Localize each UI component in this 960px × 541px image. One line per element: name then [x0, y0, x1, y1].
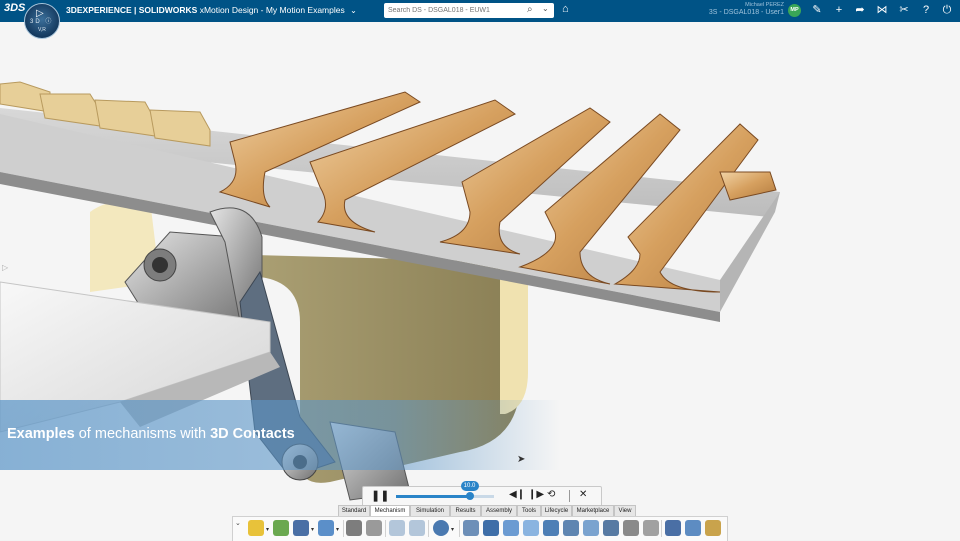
tools-icon[interactable]: ✂: [897, 3, 911, 17]
caption-part1: Examples: [7, 426, 75, 442]
pause-icon[interactable]: ❚❚: [371, 489, 389, 502]
loop-icon[interactable]: ⟲: [547, 489, 555, 500]
tab-results[interactable]: Results: [450, 505, 481, 516]
support-plate-edge: [500, 262, 528, 414]
user-tenant: 3S - DSGAL018 - User1: [708, 9, 784, 16]
dropdown-arrow-icon[interactable]: ▾: [311, 526, 314, 533]
dropdown-arrow-icon[interactable]: ▾: [266, 526, 269, 533]
user-info[interactable]: Michael PEREZ 3S - DSGAL018 - User1: [680, 1, 784, 17]
refresh-icon[interactable]: [318, 520, 334, 536]
dropdown-arrow-icon[interactable]: ▾: [451, 526, 454, 533]
search-icon[interactable]: ⌕: [527, 4, 533, 15]
undo-icon[interactable]: [389, 520, 405, 536]
simulate-icon[interactable]: [665, 520, 681, 536]
joint-icon[interactable]: [523, 520, 539, 536]
help-icon[interactable]: [433, 520, 449, 536]
action-bar-toolbar: ⌄ ▾ ▾ ▾ ▾: [232, 516, 728, 541]
compass-middle-label: 3D ⓘ: [30, 19, 54, 25]
sensor-icon[interactable]: [623, 520, 639, 536]
toolbar-divider: [661, 520, 662, 537]
step-back-icon[interactable]: ◀❙: [509, 489, 525, 500]
tab-tools[interactable]: Tools: [517, 505, 541, 516]
options-gear-icon[interactable]: [366, 520, 382, 536]
feather-icon[interactable]: ✎: [810, 3, 824, 17]
toolbar-divider: [428, 520, 429, 537]
tag-icon[interactable]: ⌂: [562, 3, 569, 15]
close-icon[interactable]: ✕: [579, 489, 587, 500]
app-brand: 3DEXPERIENCE | SOLIDWORKS: [66, 5, 198, 15]
axis-icon[interactable]: [503, 520, 519, 536]
bracket-hole: [152, 257, 168, 273]
search-input[interactable]: [388, 4, 518, 16]
properties-icon[interactable]: [346, 520, 362, 536]
dropdown-arrow-icon[interactable]: ▾: [336, 526, 339, 533]
assembly-save-icon[interactable]: [273, 520, 289, 536]
help-icon[interactable]: ?: [919, 3, 933, 17]
search-box[interactable]: ⌕ ⌄: [384, 3, 554, 18]
action-bar-tabs: Standard Mechanism Simulation Results As…: [338, 505, 636, 516]
tab-marketplace[interactable]: Marketplace: [572, 505, 614, 516]
app-name: xMotion Design - My Motion Examples: [199, 5, 345, 15]
toolbar-divider: [385, 520, 386, 537]
player-divider: [569, 490, 570, 502]
contact-icon[interactable]: [543, 520, 559, 536]
network-icon[interactable]: ⋈: [875, 3, 889, 17]
chevron-down-icon[interactable]: ⌄: [235, 519, 241, 527]
tab-lifecycle[interactable]: Lifecycle: [541, 505, 572, 516]
animation-player: ❚❚ 10.0 ◀❙ ❙▶ ⟲ ✕: [362, 481, 602, 507]
user-name: Michael PEREZ: [745, 2, 784, 8]
section-icon[interactable]: [643, 520, 659, 536]
tab-simulation[interactable]: Simulation: [410, 505, 450, 516]
publish-icon[interactable]: [705, 520, 721, 536]
tab-assembly[interactable]: Assembly: [481, 505, 517, 516]
motor-icon[interactable]: [563, 520, 579, 536]
playback-handle[interactable]: [465, 492, 474, 500]
caption-part3: 3D Contacts: [210, 426, 295, 442]
playback-progress: [396, 495, 470, 498]
tab-view[interactable]: View: [614, 505, 636, 516]
side-panel-expand-icon[interactable]: ▷: [2, 263, 8, 272]
save-icon[interactable]: [293, 520, 309, 536]
tab-standard[interactable]: Standard: [338, 505, 370, 516]
cube-outline-icon[interactable]: [463, 520, 479, 536]
ds-logo-icon: 3DS: [4, 2, 26, 14]
spring-icon[interactable]: [603, 520, 619, 536]
search-scope-dropdown-icon[interactable]: ⌄: [542, 4, 549, 13]
caption-text: Examples of mechanisms with 3D Contacts: [7, 426, 295, 442]
playback-time: 10.0: [460, 481, 479, 491]
step-forward-icon[interactable]: ❙▶: [528, 489, 544, 500]
rigid-body-icon[interactable]: [483, 520, 499, 536]
mouse-cursor-icon: ➤: [517, 454, 526, 465]
force-icon[interactable]: [583, 520, 599, 536]
caption-part2: of mechanisms with: [74, 426, 211, 442]
chevron-down-icon[interactable]: ⌄: [350, 6, 357, 15]
results-icon[interactable]: [685, 520, 701, 536]
redo-icon[interactable]: [409, 520, 425, 536]
share-icon[interactable]: ➦: [853, 3, 867, 17]
app-title[interactable]: 3DEXPERIENCE | SOLIDWORKS xMotion Design…: [66, 5, 357, 15]
top-bar: 3DS 3DEXPERIENCE | SOLIDWORKS xMotion De…: [0, 0, 960, 22]
avatar[interactable]: MP: [788, 4, 801, 17]
tab-mechanism[interactable]: Mechanism: [370, 505, 410, 516]
compass-icon[interactable]: ▷ 3D ⓘ V,R: [24, 3, 60, 39]
playback-slider[interactable]: 10.0: [396, 481, 494, 500]
toolbar-divider: [343, 520, 344, 537]
power-icon[interactable]: ⏻: [940, 3, 954, 17]
plus-icon[interactable]: +: [832, 3, 846, 17]
toolbar-divider: [459, 520, 460, 537]
gear-star-icon[interactable]: [248, 520, 264, 536]
compass-bottom-label: V,R: [38, 27, 46, 33]
